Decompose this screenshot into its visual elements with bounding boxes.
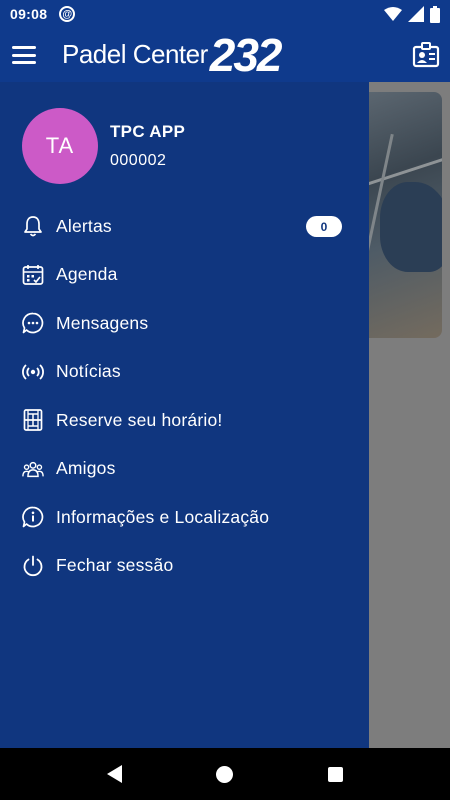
contact-card-icon[interactable] <box>412 41 440 69</box>
avatar[interactable]: TA <box>22 108 98 184</box>
court-icon <box>22 409 44 432</box>
status-icons <box>384 5 440 23</box>
alert-count-badge: 0 <box>306 216 342 237</box>
brand-number: 232 <box>209 29 283 81</box>
bell-icon <box>22 215 44 237</box>
menu-item-informacoes[interactable]: Informações e Localização <box>0 493 369 542</box>
at-icon: @ <box>59 6 76 22</box>
menu-item-agenda[interactable]: Agenda <box>0 251 369 300</box>
navigation-drawer: TA TPC APP 000002 Alertas 0 Agenda Mensa… <box>0 82 369 748</box>
broadcast-icon <box>22 361 44 383</box>
recents-icon[interactable] <box>327 766 343 782</box>
menu-item-reserve[interactable]: Reserve seu horário! <box>0 396 369 445</box>
info-icon <box>22 506 44 528</box>
menu-item-mensagens[interactable]: Mensagens <box>0 299 369 348</box>
brand-name: Padel Center <box>62 39 208 69</box>
chat-icon <box>22 312 44 334</box>
menu-item-label: Alertas <box>56 215 112 236</box>
calendar-icon <box>22 264 44 286</box>
menu-item-label: Fechar sessão <box>56 555 174 576</box>
profile-name: TPC APP <box>110 122 186 141</box>
friends-icon <box>22 458 44 480</box>
wifi-icon <box>384 7 402 21</box>
signal-icon <box>408 6 424 22</box>
menu-item-amigos[interactable]: Amigos <box>0 445 369 494</box>
back-icon[interactable] <box>107 765 123 783</box>
menu-icon[interactable] <box>12 46 36 64</box>
profile-id: 000002 <box>110 152 167 169</box>
home-icon[interactable] <box>216 765 234 783</box>
app-bar: Padel Center 232 <box>0 28 450 82</box>
profile-header[interactable]: TA TPC APP 000002 <box>22 108 185 184</box>
menu-item-label: Amigos <box>56 458 116 479</box>
menu-item-label: Agenda <box>56 264 118 285</box>
menu-item-noticias[interactable]: Notícias <box>0 348 369 397</box>
system-nav-bar <box>0 748 450 800</box>
power-icon <box>22 555 44 577</box>
menu-item-alertas[interactable]: Alertas 0 <box>0 202 369 251</box>
status-bar: 09:08 @ <box>0 0 450 28</box>
menu-item-label: Reserve seu horário! <box>56 409 223 430</box>
drawer-menu: Alertas 0 Agenda Mensagens Notícias Rese… <box>0 202 369 590</box>
brand-logo: Padel Center 232 <box>62 29 283 81</box>
battery-icon <box>430 5 440 23</box>
menu-item-label: Mensagens <box>56 312 149 333</box>
status-time: 09:08 <box>10 6 48 22</box>
menu-item-label: Informações e Localização <box>56 506 270 527</box>
menu-item-label: Notícias <box>56 361 121 382</box>
menu-item-fechar-sessao[interactable]: Fechar sessão <box>0 542 369 591</box>
